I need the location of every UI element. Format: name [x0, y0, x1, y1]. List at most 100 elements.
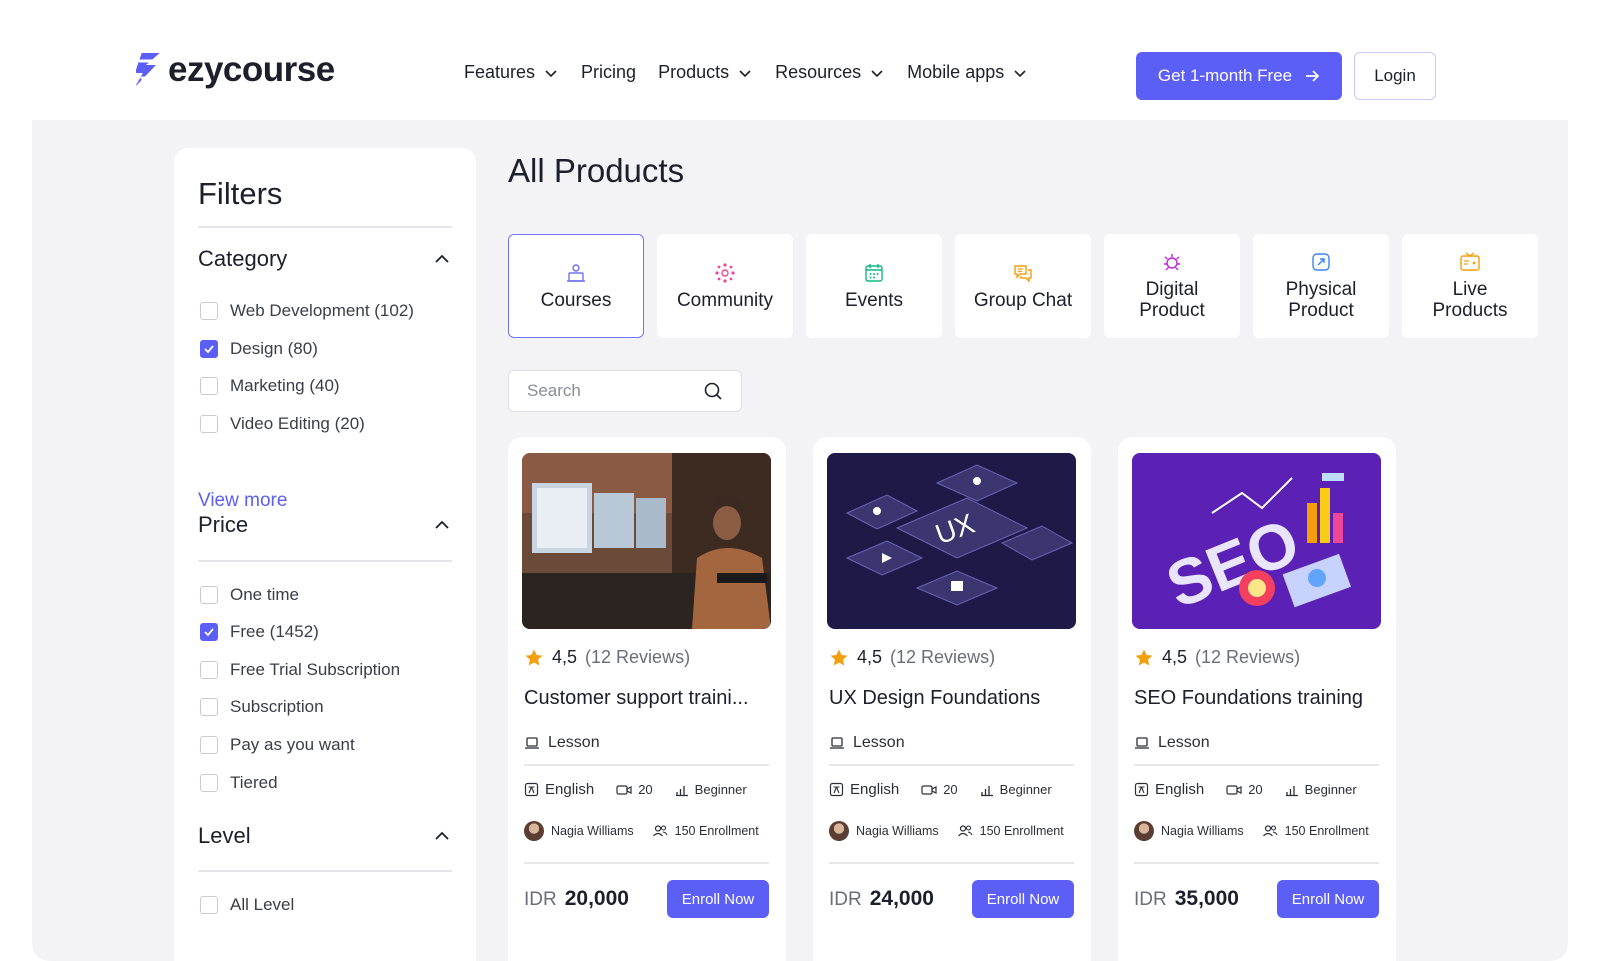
checkbox[interactable] [200, 774, 218, 792]
nav-item-pricing[interactable]: Pricing [581, 62, 636, 83]
filter-option-web-development[interactable]: Web Development (102) [200, 301, 414, 321]
filter-option-subscription[interactable]: Subscription [200, 697, 324, 717]
checkbox[interactable] [200, 415, 218, 433]
filter-option-free-trial-subscription[interactable]: Free Trial Subscription [200, 660, 400, 680]
language-label: English [850, 781, 900, 798]
tab-community[interactable]: Community [657, 234, 793, 338]
login-button[interactable]: Login [1354, 52, 1436, 100]
product-card[interactable]: 4,5 (12 Reviews) Customer support traini… [508, 437, 786, 961]
users-icon [957, 825, 973, 837]
language-icon [524, 782, 539, 797]
price-amount: 35,000 [1174, 887, 1239, 910]
price: IDR 20,000 [524, 887, 629, 911]
option-label: Design (80) [230, 339, 318, 358]
course-thumbnail-ux-design[interactable]: UX [827, 453, 1076, 629]
app-frame: ezycourse Features Pricing Products Reso… [32, 32, 1568, 961]
course-thumbnail-customer-support[interactable] [522, 453, 771, 629]
checkbox-checked[interactable] [200, 340, 218, 358]
view-more-link[interactable]: View more [198, 490, 287, 512]
filter-section-price-header[interactable]: Price [198, 512, 452, 538]
checkbox[interactable] [200, 586, 218, 604]
search-input[interactable] [527, 381, 687, 401]
rating-score: 4,5 [857, 647, 883, 667]
filter-option-pay-as-you-want[interactable]: Pay as you want [200, 735, 355, 755]
tab-group-chat[interactable]: Group Chat [955, 234, 1091, 338]
product-card[interactable]: UX 4,5 (12 Reviews) UX Design Foundation… [813, 437, 1091, 961]
filter-option-tiered[interactable]: Tiered [200, 773, 278, 793]
chevron-down-icon [545, 69, 557, 77]
tab-digital-product[interactable]: Digital Product [1104, 234, 1240, 338]
option-label: Free (1452) [230, 622, 319, 641]
rating-score: 4,5 [552, 647, 578, 667]
get-free-month-button[interactable]: Get 1-month Free [1136, 52, 1342, 100]
review-count: (12 Reviews) [1195, 647, 1301, 667]
option-label: Pay as you want [230, 735, 355, 754]
option-label: Tiered [230, 773, 278, 792]
currency: IDR [1134, 889, 1167, 910]
course-title[interactable]: Customer support traini... [524, 687, 772, 710]
nav-item-label: Resources [775, 62, 862, 82]
type-label: Lesson [548, 734, 600, 751]
laptop-icon [525, 737, 539, 749]
tab-physical-product[interactable]: Physical Product [1253, 234, 1389, 338]
course-thumbnail-seo[interactable]: SEO [1132, 453, 1381, 629]
filter-option-design[interactable]: Design (80) [200, 339, 318, 359]
tab-events[interactable]: Events [806, 234, 942, 338]
nav-item-resources[interactable]: Resources [775, 62, 885, 83]
product-type: Lesson [524, 734, 600, 752]
filter-option-marketing[interactable]: Marketing (40) [200, 376, 340, 396]
checkbox[interactable] [200, 377, 218, 395]
option-label: Free Trial Subscription [230, 660, 401, 679]
star-icon [830, 649, 848, 665]
filter-section-category-header[interactable]: Category [198, 246, 452, 272]
arrow-right-icon [1306, 70, 1320, 82]
product-card[interactable]: SEO 4,5 (12 Reviews) SEO Foundations tra… [1118, 437, 1396, 961]
checkbox[interactable] [200, 302, 218, 320]
tab-label: Events [844, 289, 904, 311]
seo-isometric-image: SEO [1132, 453, 1381, 629]
search-box[interactable] [508, 370, 742, 412]
logo-text: ezycourse [168, 50, 335, 89]
course-meta: English 20 Beginner [1134, 781, 1357, 798]
filter-option-all-level[interactable]: All Level [200, 895, 294, 915]
course-title[interactable]: SEO Foundations training [1134, 687, 1382, 710]
checkbox[interactable] [200, 698, 218, 716]
course-title[interactable]: UX Design Foundations [829, 687, 1077, 710]
filter-option-free[interactable]: Free (1452) [200, 622, 319, 642]
nav-item-products[interactable]: Products [658, 62, 753, 83]
filter-section-level-header[interactable]: Level [198, 823, 452, 849]
enroll-now-button[interactable]: Enroll Now [1277, 880, 1379, 918]
option-label: All Level [230, 895, 295, 914]
logo-mark-icon [136, 53, 160, 87]
enroll-now-button[interactable]: Enroll Now [667, 880, 769, 918]
divider [1134, 764, 1379, 766]
tab-live-products[interactable]: Live Products [1402, 234, 1538, 338]
checkbox-checked[interactable] [200, 623, 218, 641]
laptop-icon [830, 737, 844, 749]
checkbox[interactable] [200, 896, 218, 914]
nav-item-features[interactable]: Features [464, 62, 559, 83]
check-icon [204, 628, 214, 637]
course-meta: English 20 Beginner [524, 781, 747, 798]
video-count: 20 [1248, 782, 1263, 797]
filter-option-video-editing[interactable]: Video Editing (20) [200, 414, 365, 434]
search-icon[interactable] [703, 381, 723, 401]
tab-label: Physical Product [1285, 279, 1357, 321]
users-icon [652, 825, 668, 837]
course-author: Nagia Williams 150 Enrollment [829, 821, 1064, 841]
enroll-now-button[interactable]: Enroll Now [972, 880, 1074, 918]
divider [1134, 862, 1379, 864]
nav-item-mobile-apps[interactable]: Mobile apps [907, 62, 1028, 83]
tab-courses[interactable]: Courses [508, 234, 644, 338]
community-icon [715, 262, 735, 283]
video-count: 20 [943, 782, 958, 797]
logo[interactable]: ezycourse [136, 50, 335, 90]
filters-title: Filters [198, 176, 283, 211]
checkbox[interactable] [200, 736, 218, 754]
nav-item-label: Products [658, 62, 730, 82]
divider [829, 764, 1074, 766]
checkbox[interactable] [200, 661, 218, 679]
filters-panel: Filters Category Web Development (102) D… [174, 148, 476, 961]
filter-option-one-time[interactable]: One time [200, 585, 299, 605]
type-label: Lesson [853, 734, 905, 751]
